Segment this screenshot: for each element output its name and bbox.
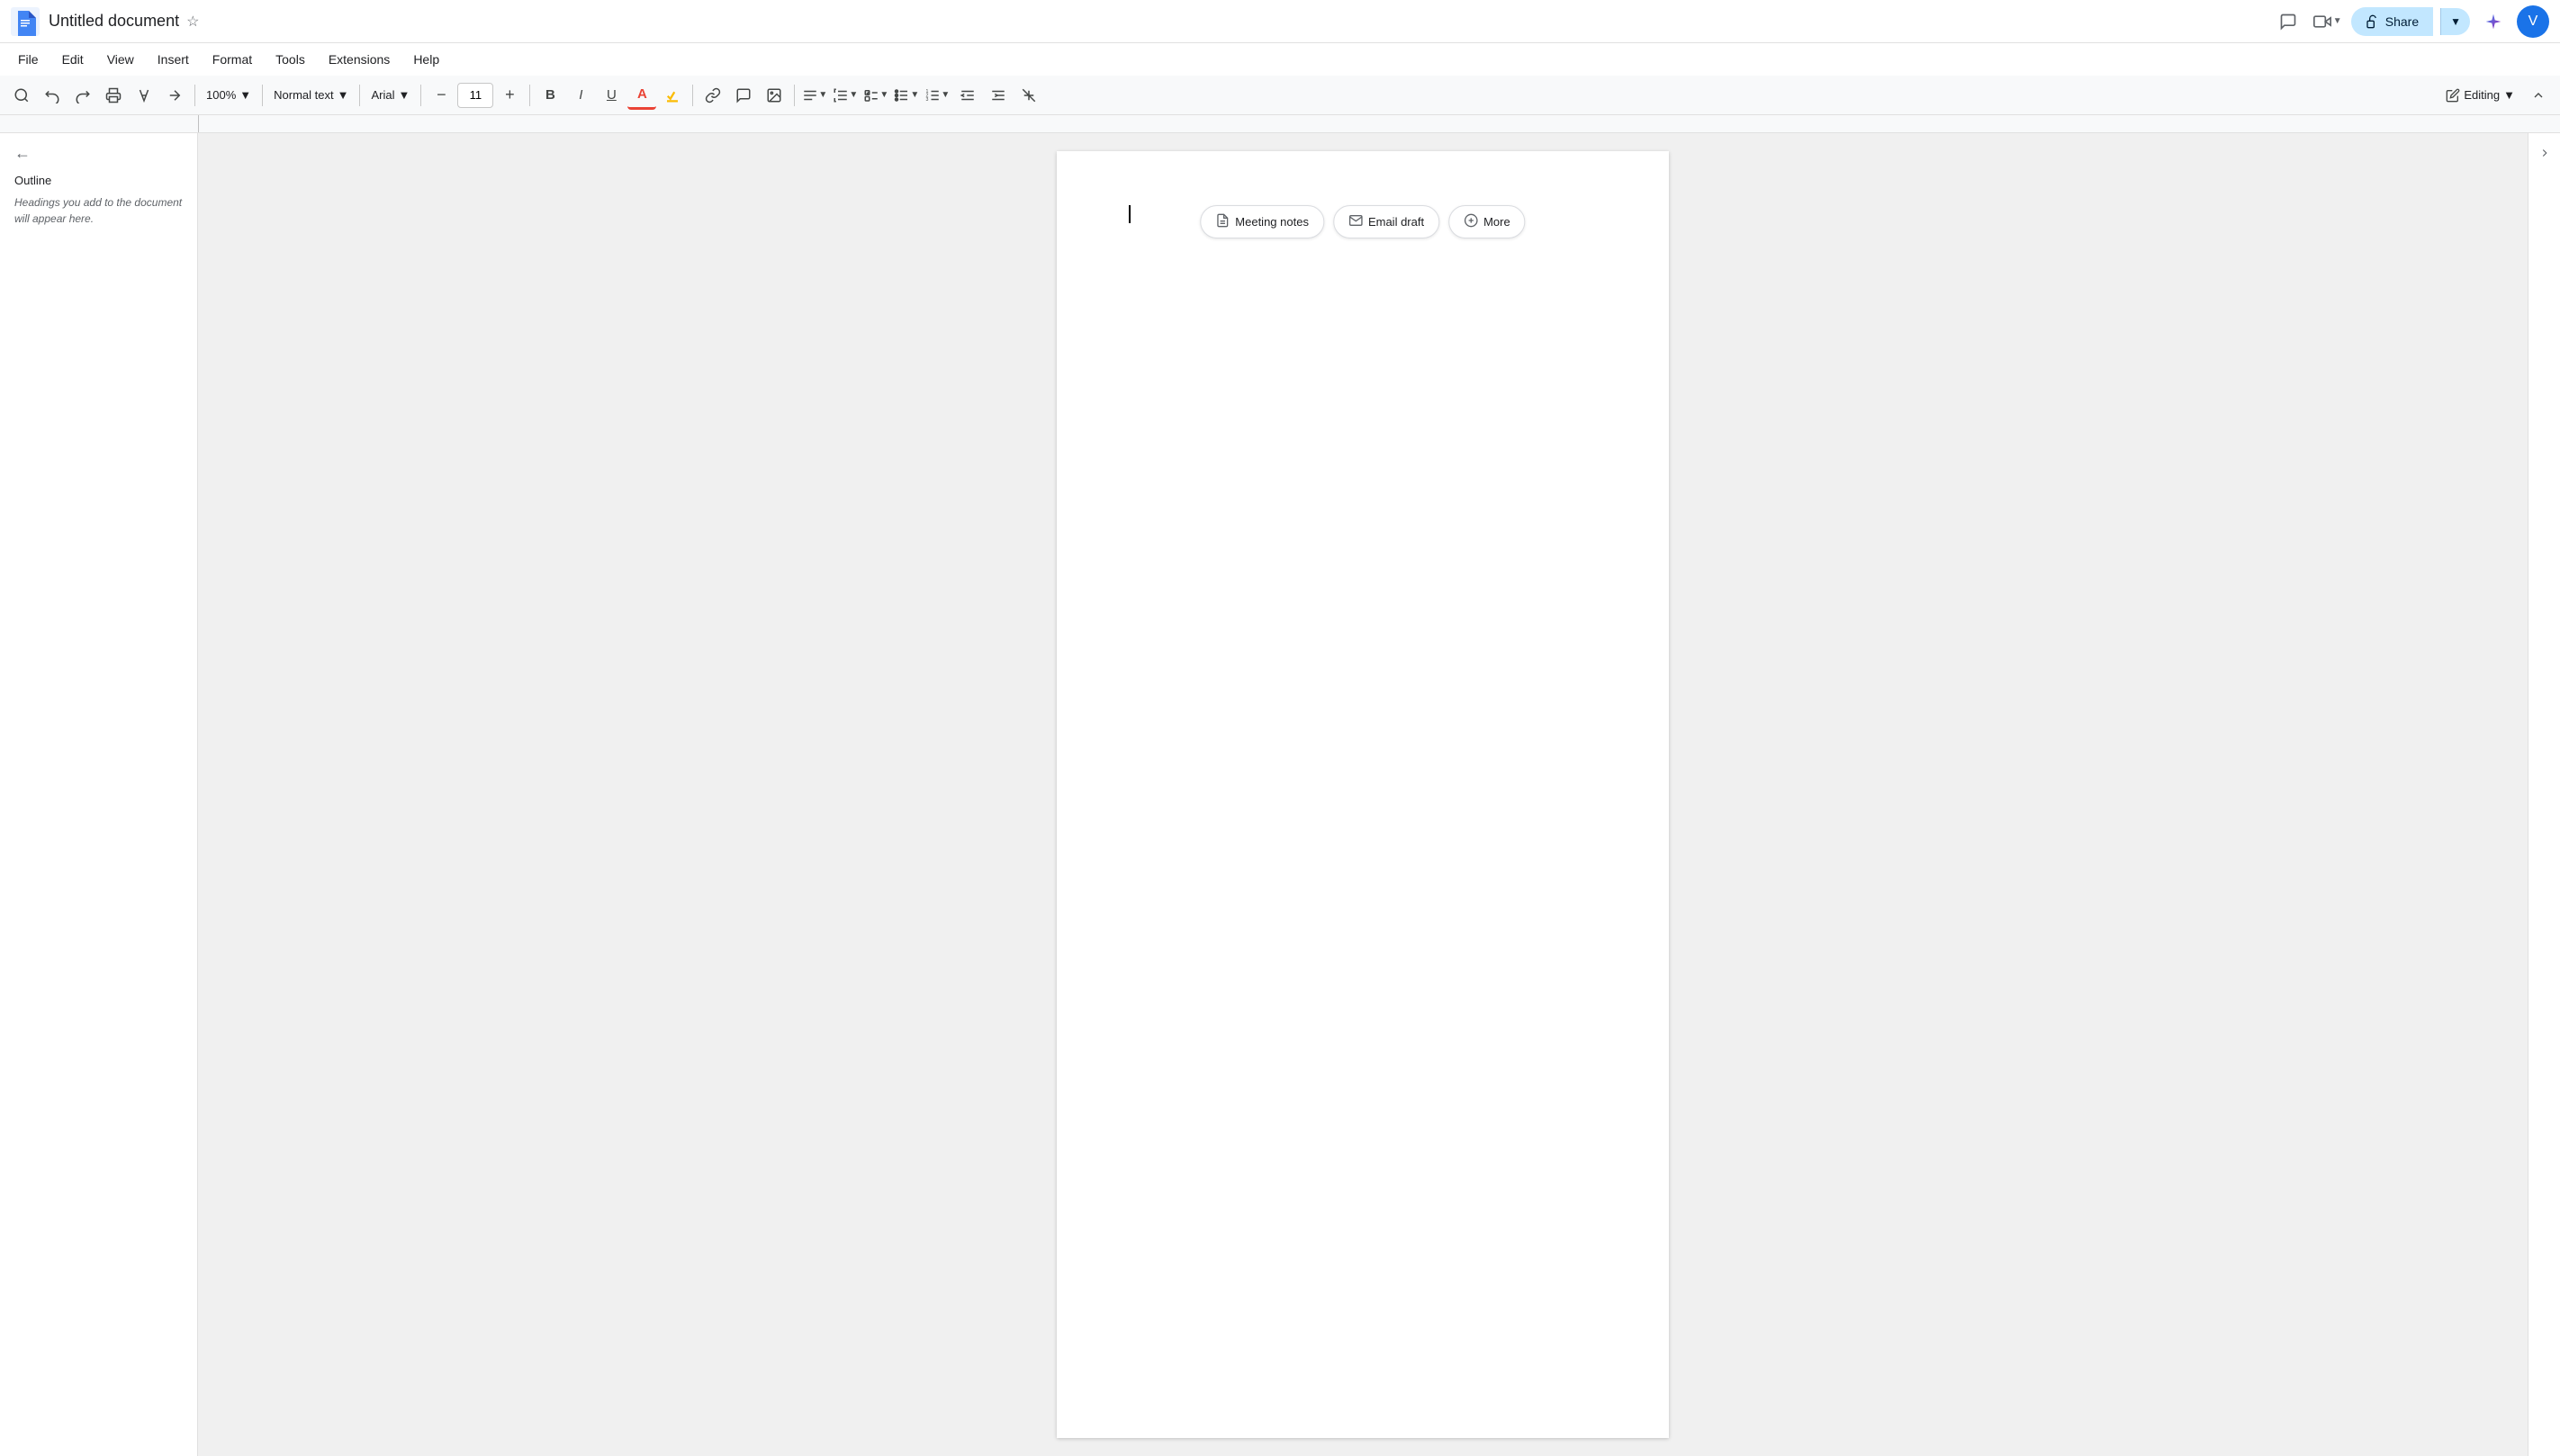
menu-help[interactable]: Help: [402, 49, 450, 70]
menu-bar: File Edit View Insert Format Tools Exten…: [0, 43, 2560, 76]
separator-5: [529, 85, 530, 106]
indent-decrease-button[interactable]: [953, 81, 982, 110]
link-button[interactable]: [699, 81, 727, 110]
doc-title[interactable]: Untitled document: [49, 12, 179, 31]
separator-1: [194, 85, 195, 106]
style-selector[interactable]: Normal text ▼: [268, 81, 354, 110]
right-panel: [2528, 133, 2560, 1456]
toolbar: 100% ▼ Normal text ▼ Arial ▼ − + B I U A: [0, 76, 2560, 115]
alignment-button[interactable]: ▼: [800, 81, 829, 110]
highlight-button[interactable]: [658, 81, 687, 110]
menu-format[interactable]: Format: [202, 49, 263, 70]
sidebar-back-button[interactable]: ←: [14, 144, 183, 163]
indent-increase-button[interactable]: [984, 81, 1013, 110]
title-bar: Untitled document ☆ ▼ Share ▼: [0, 0, 2560, 43]
line-spacing-button[interactable]: ▼: [831, 81, 860, 110]
redo-button[interactable]: [68, 81, 97, 110]
outline-hint: Headings you add to the document will ap…: [14, 194, 183, 227]
underline-button[interactable]: U: [597, 81, 626, 110]
bullet-list-button[interactable]: ▼: [892, 81, 921, 110]
video-call-button[interactable]: ▼: [2312, 5, 2344, 38]
user-avatar[interactable]: V: [2517, 5, 2549, 38]
comment-insert-button[interactable]: [729, 81, 758, 110]
separator-2: [262, 85, 263, 106]
zoom-selector[interactable]: 100% ▼: [201, 81, 257, 110]
share-dropdown-button[interactable]: ▼: [2440, 8, 2470, 35]
bold-button[interactable]: B: [536, 81, 564, 110]
main-layout: ← Outline Headings you add to the docume…: [0, 133, 2560, 1456]
print-button[interactable]: [99, 81, 128, 110]
app-icon: [11, 7, 40, 36]
font-size-increase[interactable]: +: [495, 81, 524, 110]
font-selector[interactable]: Arial ▼: [365, 81, 415, 110]
more-chip[interactable]: More: [1448, 205, 1526, 238]
outline-title: Outline: [14, 174, 183, 187]
email-draft-label: Email draft: [1368, 215, 1424, 229]
font-size-input[interactable]: [457, 83, 493, 108]
menu-file[interactable]: File: [7, 49, 50, 70]
separator-3: [359, 85, 360, 106]
more-icon: [1464, 213, 1478, 230]
share-button[interactable]: Share: [2351, 7, 2433, 36]
meeting-notes-chip[interactable]: Meeting notes: [1200, 205, 1324, 238]
paint-format-button[interactable]: [160, 81, 189, 110]
text-cursor: [1129, 205, 1131, 223]
star-icon[interactable]: ☆: [186, 13, 199, 31]
meeting-notes-icon: [1215, 213, 1230, 230]
meeting-notes-label: Meeting notes: [1235, 215, 1309, 229]
ruler-inner: [0, 115, 2560, 132]
menu-tools[interactable]: Tools: [265, 49, 316, 70]
menu-extensions[interactable]: Extensions: [318, 49, 401, 70]
template-suggestions: Meeting notes Email draft: [1200, 205, 1525, 238]
collapse-panel-button[interactable]: [2532, 140, 2557, 166]
numbered-list-button[interactable]: 1 2 3 ▼: [923, 81, 951, 110]
document-page[interactable]: Meeting notes Email draft: [1057, 151, 1669, 1438]
svg-text:3: 3: [926, 97, 929, 103]
text-color-button[interactable]: A: [627, 81, 656, 110]
ruler: [0, 115, 2560, 133]
email-draft-chip[interactable]: Email draft: [1333, 205, 1439, 238]
editing-mode-button[interactable]: Editing ▼: [2438, 81, 2522, 110]
menu-insert[interactable]: Insert: [147, 49, 200, 70]
search-button[interactable]: [7, 81, 36, 110]
checklist-button[interactable]: ▼: [861, 81, 890, 110]
more-label: More: [1483, 215, 1510, 229]
gemini-button[interactable]: [2477, 5, 2510, 38]
menu-view[interactable]: View: [96, 49, 145, 70]
collapse-toolbar-button[interactable]: [2524, 81, 2553, 110]
font-size-decrease[interactable]: −: [427, 81, 455, 110]
separator-7: [794, 85, 795, 106]
italic-button[interactable]: I: [566, 81, 595, 110]
clear-format-button[interactable]: [1014, 81, 1043, 110]
separator-4: [420, 85, 421, 106]
spellcheck-button[interactable]: [130, 81, 158, 110]
document-area[interactable]: Meeting notes Email draft: [198, 133, 2528, 1456]
image-button[interactable]: [760, 81, 789, 110]
sidebar: ← Outline Headings you add to the docume…: [0, 133, 198, 1456]
menu-edit[interactable]: Edit: [51, 49, 95, 70]
comment-button[interactable]: [2272, 5, 2304, 38]
email-draft-icon: [1348, 213, 1363, 230]
header-actions: ▼ Share ▼ V: [2272, 5, 2549, 38]
undo-button[interactable]: [38, 81, 67, 110]
separator-6: [692, 85, 693, 106]
